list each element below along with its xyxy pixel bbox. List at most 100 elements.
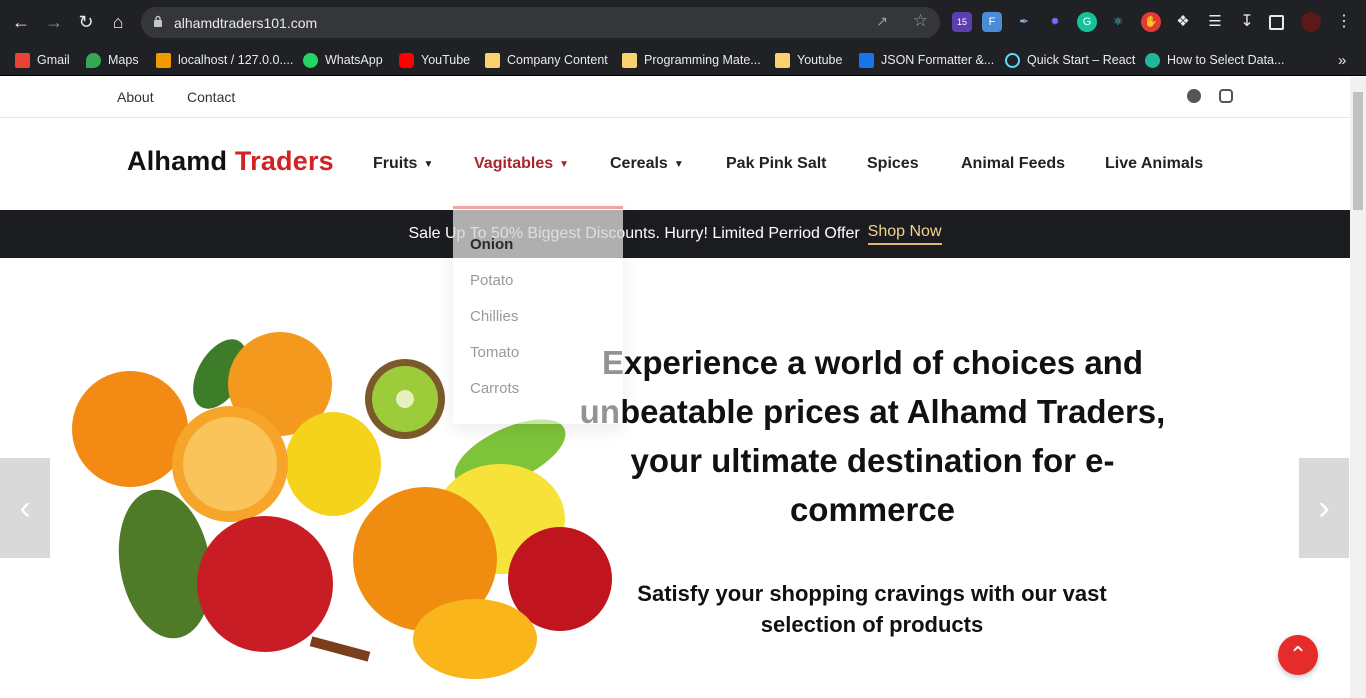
nav-label: Live Animals <box>1105 155 1204 172</box>
bookmark-maps[interactable]: Maps <box>86 50 139 70</box>
bookmark-youtube[interactable]: YouTube <box>399 50 470 70</box>
bookmark-star-icon[interactable]: ☆ <box>913 11 928 31</box>
about-link[interactable]: About <box>117 89 154 105</box>
checkbox-icon <box>859 52 874 68</box>
facebook-icon[interactable] <box>1187 89 1201 103</box>
chevron-right-icon: › <box>1318 488 1330 527</box>
extension-hand-icon[interactable]: ✋ <box>1141 12 1161 32</box>
site-logo[interactable]: Alhamd Traders <box>127 146 334 177</box>
bookmark-label: Company Content <box>507 53 608 67</box>
chevron-down-icon: ▼ <box>423 158 434 170</box>
promo-banner: Sale Up To 50% Biggest Discounts. Hurry!… <box>0 210 1350 258</box>
nav-pak-pink-salt[interactable]: Pak Pink Salt <box>726 155 827 173</box>
bookmarks-overflow[interactable]: » <box>1338 50 1346 70</box>
nav-label: Spices <box>867 155 919 172</box>
chevron-down-icon: ▼ <box>673 158 684 170</box>
bookmark-react[interactable]: Quick Start – React <box>1005 50 1135 70</box>
maps-icon <box>86 52 101 68</box>
extension-badge: 15 <box>956 17 967 27</box>
bookmark-programming[interactable]: Programming Mate... <box>622 50 761 70</box>
contact-link[interactable]: Contact <box>187 89 235 105</box>
slider-next-button[interactable]: › <box>1299 458 1349 558</box>
chevron-left-icon: ‹ <box>19 488 31 527</box>
vagitables-dropdown: Onion Potato Chillies Tomato Carrots <box>453 206 623 424</box>
home-icon[interactable]: ⌂ <box>107 11 129 33</box>
bookmark-label: Youtube <box>797 53 843 67</box>
logo-accent-text: Traders <box>234 146 334 176</box>
browser-toolbar: ← → ↻ ⌂ alhamdtraders101.com ↗ ☆ 15 F ✒ … <box>0 0 1366 44</box>
bookmark-label: Gmail <box>37 53 70 67</box>
folder-icon <box>485 52 500 68</box>
extension-gear-icon[interactable]: ✹ <box>1045 12 1065 32</box>
web-page: About Contact Alhamd Traders Fruits ▼ Vag… <box>0 77 1350 698</box>
scroll-to-top-button[interactable]: ⌃ <box>1278 635 1318 675</box>
chevron-up-icon: ⌃ <box>1288 642 1308 667</box>
nav-animal-feeds[interactable]: Animal Feeds <box>961 155 1065 173</box>
slider-prev-button[interactable]: ‹ <box>0 458 50 558</box>
address-bar[interactable]: alhamdtraders101.com ↗ ☆ <box>141 7 940 38</box>
folder-icon <box>775 52 790 68</box>
bookmark-label: WhatsApp <box>325 53 383 67</box>
nav-spices[interactable]: Spices <box>867 155 919 173</box>
top-links-bar: About Contact <box>0 77 1350 118</box>
page-scrollbar[interactable] <box>1350 77 1366 698</box>
bookmark-label: localhost / 127.0.0.... <box>178 53 294 67</box>
reading-list-icon[interactable]: ☰ <box>1205 12 1225 32</box>
url-text: alhamdtraders101.com <box>174 15 318 31</box>
bookmark-company-content[interactable]: Company Content <box>485 50 608 70</box>
bookmark-label: YouTube <box>421 53 471 67</box>
reload-icon[interactable]: ↻ <box>75 11 97 33</box>
react-devtools-icon[interactable]: ⚛ <box>1108 12 1128 32</box>
nav-label: Pak Pink Salt <box>726 155 827 172</box>
nav-label: Animal Feeds <box>961 155 1066 172</box>
bookmark-label: How to Select Data... <box>1167 53 1285 67</box>
hero-headline: Experience a world of choices and unbeat… <box>579 344 1166 528</box>
bookmark-json-formatter[interactable]: JSON Formatter &... <box>859 50 994 70</box>
hero-subheadline: Satisfy your shopping cravings with our … <box>637 581 1107 637</box>
bookmarks-bar: Gmail Maps localhost / 127.0.0.... Whats… <box>0 44 1366 76</box>
grammarly-icon[interactable]: G <box>1077 12 1097 32</box>
youtube-icon <box>399 52 414 68</box>
lock-icon <box>154 15 162 27</box>
bookmark-youtube-folder[interactable]: Youtube <box>775 50 842 70</box>
color-picker-icon[interactable]: ✒ <box>1014 12 1034 32</box>
shop-now-link[interactable]: Shop Now <box>867 223 942 245</box>
side-panel-icon[interactable] <box>1269 15 1284 30</box>
phpmyadmin-icon <box>156 52 171 68</box>
hero-slider: ‹ › Experience a world of choices and un… <box>0 258 1350 698</box>
extensions-puzzle-icon[interactable]: ❖ <box>1173 12 1193 32</box>
instagram-icon[interactable] <box>1219 89 1233 103</box>
bookmark-whatsapp[interactable]: WhatsApp <box>303 50 383 70</box>
profile-avatar[interactable] <box>1301 12 1321 32</box>
bookmark-gmail[interactable]: Gmail <box>15 50 70 70</box>
menu-kebab-icon[interactable]: ⋮ <box>1334 12 1354 32</box>
chevron-down-icon: ▼ <box>559 158 570 170</box>
extension-calendar-icon[interactable]: 15 <box>952 12 972 32</box>
dropdown-item-tomato[interactable]: Tomato <box>470 344 519 361</box>
folder-icon <box>622 52 637 68</box>
back-icon[interactable]: ← <box>10 11 32 33</box>
bookmark-localhost[interactable]: localhost / 127.0.0.... <box>156 50 293 70</box>
forward-icon[interactable]: → <box>43 11 65 33</box>
nav-label: Fruits <box>373 155 418 172</box>
logo-main-text: Alhamd <box>127 146 228 176</box>
nav-label: Vagitables <box>474 155 554 172</box>
dropdown-item-potato[interactable]: Potato <box>470 272 513 289</box>
bookmark-select-data[interactable]: How to Select Data... <box>1145 50 1284 70</box>
scrollbar-thumb[interactable] <box>1353 92 1363 210</box>
nav-vagitables[interactable]: Vagitables ▼ <box>474 155 569 173</box>
download-icon[interactable]: ↧ <box>1237 12 1257 32</box>
extension-fi-icon[interactable]: F <box>982 12 1002 32</box>
gmail-icon <box>15 52 30 68</box>
react-icon <box>1005 52 1020 68</box>
dropdown-item-chillies[interactable]: Chillies <box>470 308 518 325</box>
share-icon[interactable]: ↗ <box>876 13 888 30</box>
bookmark-label: Maps <box>108 53 139 67</box>
nav-cereals[interactable]: Cereals ▼ <box>610 155 684 173</box>
dropdown-item-carrots[interactable]: Carrots <box>470 380 519 397</box>
whatsapp-icon <box>303 52 318 68</box>
site-header: Alhamd Traders Fruits ▼ Vagitables ▼ Cerea… <box>0 118 1350 210</box>
nav-live-animals[interactable]: Live Animals <box>1105 155 1203 173</box>
dropdown-item-onion[interactable]: Onion <box>470 236 513 253</box>
nav-fruits[interactable]: Fruits ▼ <box>373 155 433 173</box>
